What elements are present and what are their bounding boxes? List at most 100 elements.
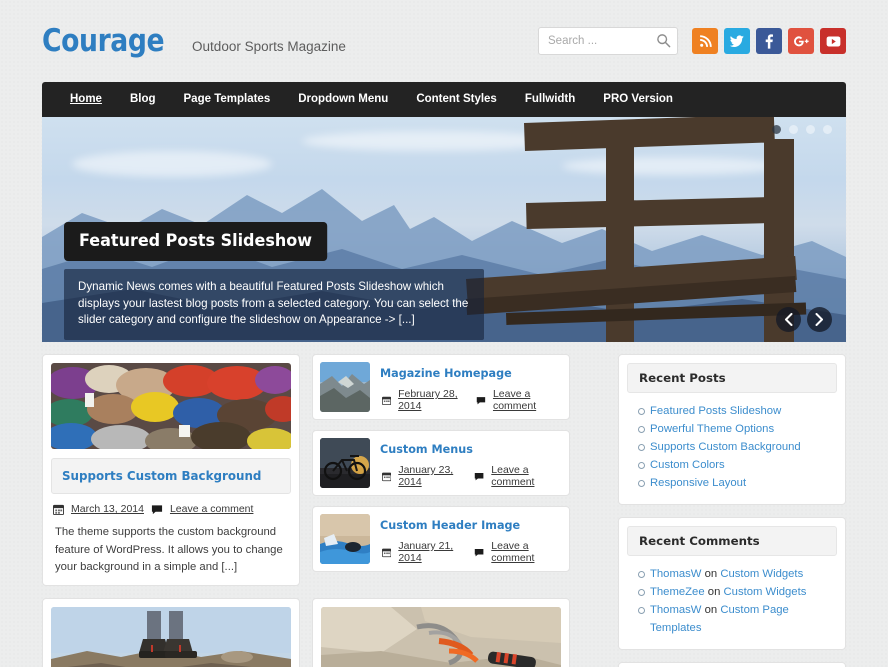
slide-title[interactable]: Featured Posts Slideshow — [64, 222, 327, 261]
comment-icon — [151, 504, 163, 514]
slide-caption: Featured Posts Slideshow Dynamic News co… — [64, 222, 484, 340]
recent-post-link[interactable]: Custom Colors — [650, 459, 725, 471]
list-item: Responsive Layout — [637, 474, 833, 492]
nav-item-pro-version[interactable]: PRO Version — [589, 82, 687, 117]
posts-columns: Supports Custom Background March 13, 201… — [42, 354, 604, 667]
post-date[interactable]: February 28, 2014 — [398, 388, 469, 412]
comment-post-link[interactable]: Custom Widgets — [724, 586, 807, 598]
sidebar: Recent Posts Featured Posts Slideshow Po… — [618, 354, 846, 667]
brand: Courage Outdoor Sports Magazine — [42, 23, 346, 59]
list-item: Magazine Homepage February 28, 2014 Leav… — [312, 354, 570, 420]
featured-post-meta: March 13, 2014 Leave a comment — [51, 503, 291, 515]
social-twitter-icon[interactable] — [724, 28, 750, 54]
posts-column-middle: Magazine Homepage February 28, 2014 Leav… — [312, 354, 570, 667]
search-icon[interactable] — [656, 33, 671, 48]
site-tagline: Outdoor Sports Magazine — [192, 39, 346, 54]
content-area: Supports Custom Background March 13, 201… — [42, 354, 846, 667]
slideshow-pagination — [772, 125, 832, 134]
post-title[interactable]: Custom Header Image — [380, 518, 520, 532]
social-rss-icon[interactable] — [692, 28, 718, 54]
chevron-left-icon — [785, 313, 793, 326]
comment-author-link[interactable]: ThemeZee — [650, 586, 705, 598]
recent-posts-list: Featured Posts Slideshow Powerful Theme … — [627, 393, 837, 496]
slide-dot-2[interactable] — [789, 125, 798, 134]
bottom-post-image-right[interactable] — [321, 607, 561, 667]
featured-slideshow[interactable]: Featured Posts Slideshow Dynamic News co… — [42, 117, 846, 342]
post-meta: February 28, 2014 Leave a comment — [380, 388, 562, 412]
featured-post-image[interactable] — [51, 363, 291, 449]
bottom-post-card-left — [42, 597, 300, 667]
posts-column-left: Supports Custom Background March 13, 201… — [42, 354, 300, 667]
nav-item-dropdown-menu[interactable]: Dropdown Menu — [284, 82, 402, 117]
post-date[interactable]: January 23, 2014 — [398, 464, 467, 488]
calendar-icon — [382, 396, 392, 405]
social-googleplus-icon[interactable] — [788, 28, 814, 54]
list-item: Custom Menus January 23, 2014 Leave a co… — [312, 430, 570, 496]
social-youtube-icon[interactable] — [820, 28, 846, 54]
site-logo[interactable]: Courage — [42, 23, 165, 59]
comment-post-link[interactable]: Custom Widgets — [720, 568, 803, 580]
featured-post-comments-link[interactable]: Leave a comment — [170, 503, 253, 515]
widget-recent-comments: Recent Comments ThomasW on Custom Widget… — [618, 517, 846, 650]
post-title[interactable]: Custom Menus — [380, 442, 473, 456]
bottom-post-image-left[interactable] — [51, 606, 291, 667]
calendar-icon — [382, 548, 392, 557]
list-item: ThomasW on Custom Widgets — [637, 565, 833, 583]
slide-excerpt: Dynamic News comes with a beautiful Feat… — [64, 269, 484, 340]
recent-post-link[interactable]: Supports Custom Background — [650, 441, 801, 453]
comment-author-link[interactable]: ThomasW — [650, 568, 701, 580]
comment-author-link[interactable]: ThomasW — [650, 604, 701, 616]
post-comments-link[interactable]: Leave a comment — [491, 464, 562, 488]
featured-post-title-box[interactable]: Supports Custom Background — [51, 458, 291, 494]
slide-dot-1[interactable] — [772, 125, 781, 134]
search-box[interactable] — [538, 27, 678, 55]
recent-post-link[interactable]: Featured Posts Slideshow — [650, 405, 781, 417]
featured-post-title[interactable]: Supports Custom Background — [62, 468, 261, 483]
comment-on-word: on — [707, 586, 721, 598]
main-navigation: Home Blog Page Templates Dropdown Menu C… — [42, 82, 846, 117]
nav-item-content-styles[interactable]: Content Styles — [402, 82, 511, 117]
nav-item-blog[interactable]: Blog — [116, 82, 170, 117]
nav-item-home[interactable]: Home — [56, 82, 116, 117]
calendar-icon — [382, 472, 392, 481]
post-title[interactable]: Magazine Homepage — [380, 366, 512, 380]
site-header: Courage Outdoor Sports Magazine — [0, 0, 888, 82]
post-comments-link[interactable]: Leave a comment — [493, 388, 562, 412]
widget-categories: Categories Biking (3) Climbing (3) — [618, 662, 846, 667]
nav-item-fullwidth[interactable]: Fullwidth — [511, 82, 589, 117]
featured-post-card: Supports Custom Background March 13, 201… — [42, 354, 300, 586]
post-thumbnail[interactable] — [320, 362, 370, 412]
list-item: Supports Custom Background — [637, 438, 833, 456]
social-links — [692, 28, 846, 54]
slide-dot-4[interactable] — [823, 125, 832, 134]
comment-icon — [476, 396, 486, 404]
list-item: Featured Posts Slideshow — [637, 402, 833, 420]
post-meta: January 21, 2014 Leave a comment — [380, 540, 562, 564]
recent-post-link[interactable]: Responsive Layout — [650, 477, 746, 489]
widget-title-recent-posts: Recent Posts — [627, 363, 837, 393]
slide-dot-3[interactable] — [806, 125, 815, 134]
list-item: ThomasW on Custom Page Templates — [637, 601, 833, 637]
chevron-right-icon — [815, 313, 823, 326]
header-right — [538, 27, 846, 55]
comment-icon — [474, 548, 484, 556]
post-thumbnail[interactable] — [320, 514, 370, 564]
post-date[interactable]: January 21, 2014 — [398, 540, 467, 564]
post-info: Magazine Homepage February 28, 2014 Leav… — [380, 362, 562, 412]
post-thumbnail[interactable] — [320, 438, 370, 488]
slideshow-prev-button[interactable] — [776, 307, 801, 332]
featured-post-date[interactable]: March 13, 2014 — [71, 503, 144, 515]
slideshow-next-button[interactable] — [807, 307, 832, 332]
list-item: Custom Header Image January 21, 2014 Lea… — [312, 506, 570, 572]
social-facebook-icon[interactable] — [756, 28, 782, 54]
post-comments-link[interactable]: Leave a comment — [491, 540, 562, 564]
widget-recent-posts: Recent Posts Featured Posts Slideshow Po… — [618, 354, 846, 505]
recent-comments-list: ThomasW on Custom Widgets ThemeZee on Cu… — [627, 556, 837, 641]
list-item: Powerful Theme Options — [637, 420, 833, 438]
comment-icon — [474, 472, 484, 480]
comment-on-word: on — [704, 568, 718, 580]
nav-item-page-templates[interactable]: Page Templates — [170, 82, 285, 117]
recent-post-link[interactable]: Powerful Theme Options — [650, 423, 774, 435]
list-item: Custom Colors — [637, 456, 833, 474]
comment-on-word: on — [704, 604, 718, 616]
